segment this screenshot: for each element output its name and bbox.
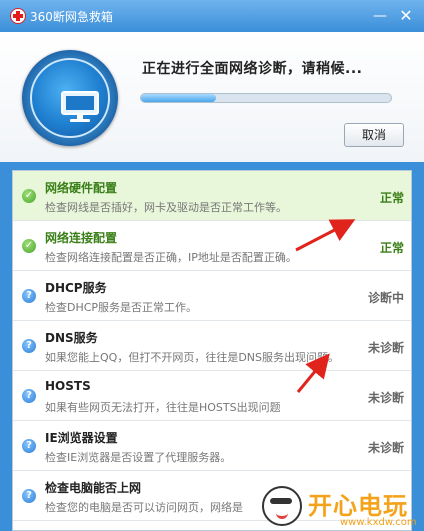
close-button[interactable]: ✕ bbox=[398, 8, 414, 24]
check-item-name: HOSTS bbox=[45, 379, 91, 393]
app-window: 360断网急救箱 — ✕ 正在进行全面网络诊断，请稍候... 取消 ✓ 网络硬件… bbox=[0, 0, 424, 531]
check-item-status: 诊断中 bbox=[367, 291, 404, 305]
check-item-desc: 如果有些网页无法打开，往往是HOSTS出现问题 bbox=[45, 401, 281, 414]
check-ok-icon: ✓ bbox=[22, 239, 36, 253]
question-icon: ? bbox=[22, 289, 36, 303]
watermark-title: 开心电玩 bbox=[308, 492, 408, 520]
check-item-hosts[interactable]: ? HOSTS 如果有些网页无法打开，往往是HOSTS出现问题 未诊断 bbox=[13, 371, 411, 421]
question-icon: ? bbox=[22, 439, 36, 453]
diagnosis-status-text: 正在进行全面网络诊断，请稍候... bbox=[142, 61, 363, 77]
check-item-hardware[interactable]: ✓ 网络硬件配置 检查网线是否插好，网卡及驱动是否正常工作等。 正常 bbox=[13, 171, 411, 221]
check-item-name: 检查电脑能否上网 bbox=[45, 481, 142, 495]
mascot-logo-icon bbox=[262, 486, 302, 526]
cancel-button[interactable]: 取消 bbox=[344, 123, 404, 147]
window-title: 360断网急救箱 bbox=[30, 10, 113, 24]
monitor-icon bbox=[61, 91, 99, 122]
progress-fill bbox=[141, 94, 216, 102]
check-item-desc: 如果您能上QQ，但打不开网页，往往是DNS服务出现问题。 bbox=[45, 351, 339, 364]
check-item-name: DNS服务 bbox=[45, 331, 98, 345]
check-item-status: 未诊断 bbox=[367, 391, 404, 405]
diagnosis-list: ✓ 网络硬件配置 检查网线是否插好，网卡及驱动是否正常工作等。 正常 ✓ 网络连… bbox=[12, 170, 412, 531]
check-item-connection[interactable]: ✓ 网络连接配置 检查网络连接配置是否正确，IP地址是否配置正确。 正常 bbox=[13, 221, 411, 271]
diagnosis-progress-bar bbox=[140, 93, 392, 103]
question-icon: ? bbox=[22, 489, 36, 503]
check-item-name: 网络硬件配置 bbox=[45, 181, 118, 195]
check-item-dns[interactable]: ? DNS服务 如果您能上QQ，但打不开网页，往往是DNS服务出现问题。 未诊断 bbox=[13, 321, 411, 371]
network-globe-icon bbox=[22, 50, 118, 146]
check-item-desc: 检查DHCP服务是否正常工作。 bbox=[45, 301, 198, 314]
check-item-status: 未诊断 bbox=[367, 441, 404, 455]
question-icon: ? bbox=[22, 339, 36, 353]
watermark-url: www.kxdw.com bbox=[340, 517, 417, 528]
question-icon: ? bbox=[22, 389, 36, 403]
check-item-dhcp[interactable]: ? DHCP服务 检查DHCP服务是否正常工作。 诊断中 bbox=[13, 271, 411, 321]
red-cross-icon bbox=[10, 8, 26, 24]
check-item-ie-settings[interactable]: ? IE浏览器设置 检查IE浏览器是否设置了代理服务器。 未诊断 bbox=[13, 421, 411, 471]
check-item-status: 正常 bbox=[379, 191, 404, 205]
check-item-desc: 检查IE浏览器是否设置了代理服务器。 bbox=[45, 451, 232, 464]
minimize-button[interactable]: — bbox=[372, 8, 388, 24]
check-item-desc: 检查您的电脑是否可以访问网页，网络是 bbox=[45, 501, 243, 514]
check-item-status: 未诊断 bbox=[367, 341, 404, 355]
check-ok-icon: ✓ bbox=[22, 189, 36, 203]
check-item-desc: 检查网络连接配置是否正确，IP地址是否配置正确。 bbox=[45, 251, 297, 264]
site-watermark: 开心电玩 www.kxdw.com bbox=[262, 486, 424, 531]
check-item-name: 网络连接配置 bbox=[45, 231, 118, 245]
check-item-name: IE浏览器设置 bbox=[45, 431, 118, 445]
title-bar[interactable]: 360断网急救箱 — ✕ bbox=[0, 0, 424, 32]
check-item-status: 正常 bbox=[379, 241, 404, 255]
check-item-name: DHCP服务 bbox=[45, 281, 107, 295]
check-item-desc: 检查网线是否插好，网卡及驱动是否正常工作等。 bbox=[45, 201, 287, 214]
